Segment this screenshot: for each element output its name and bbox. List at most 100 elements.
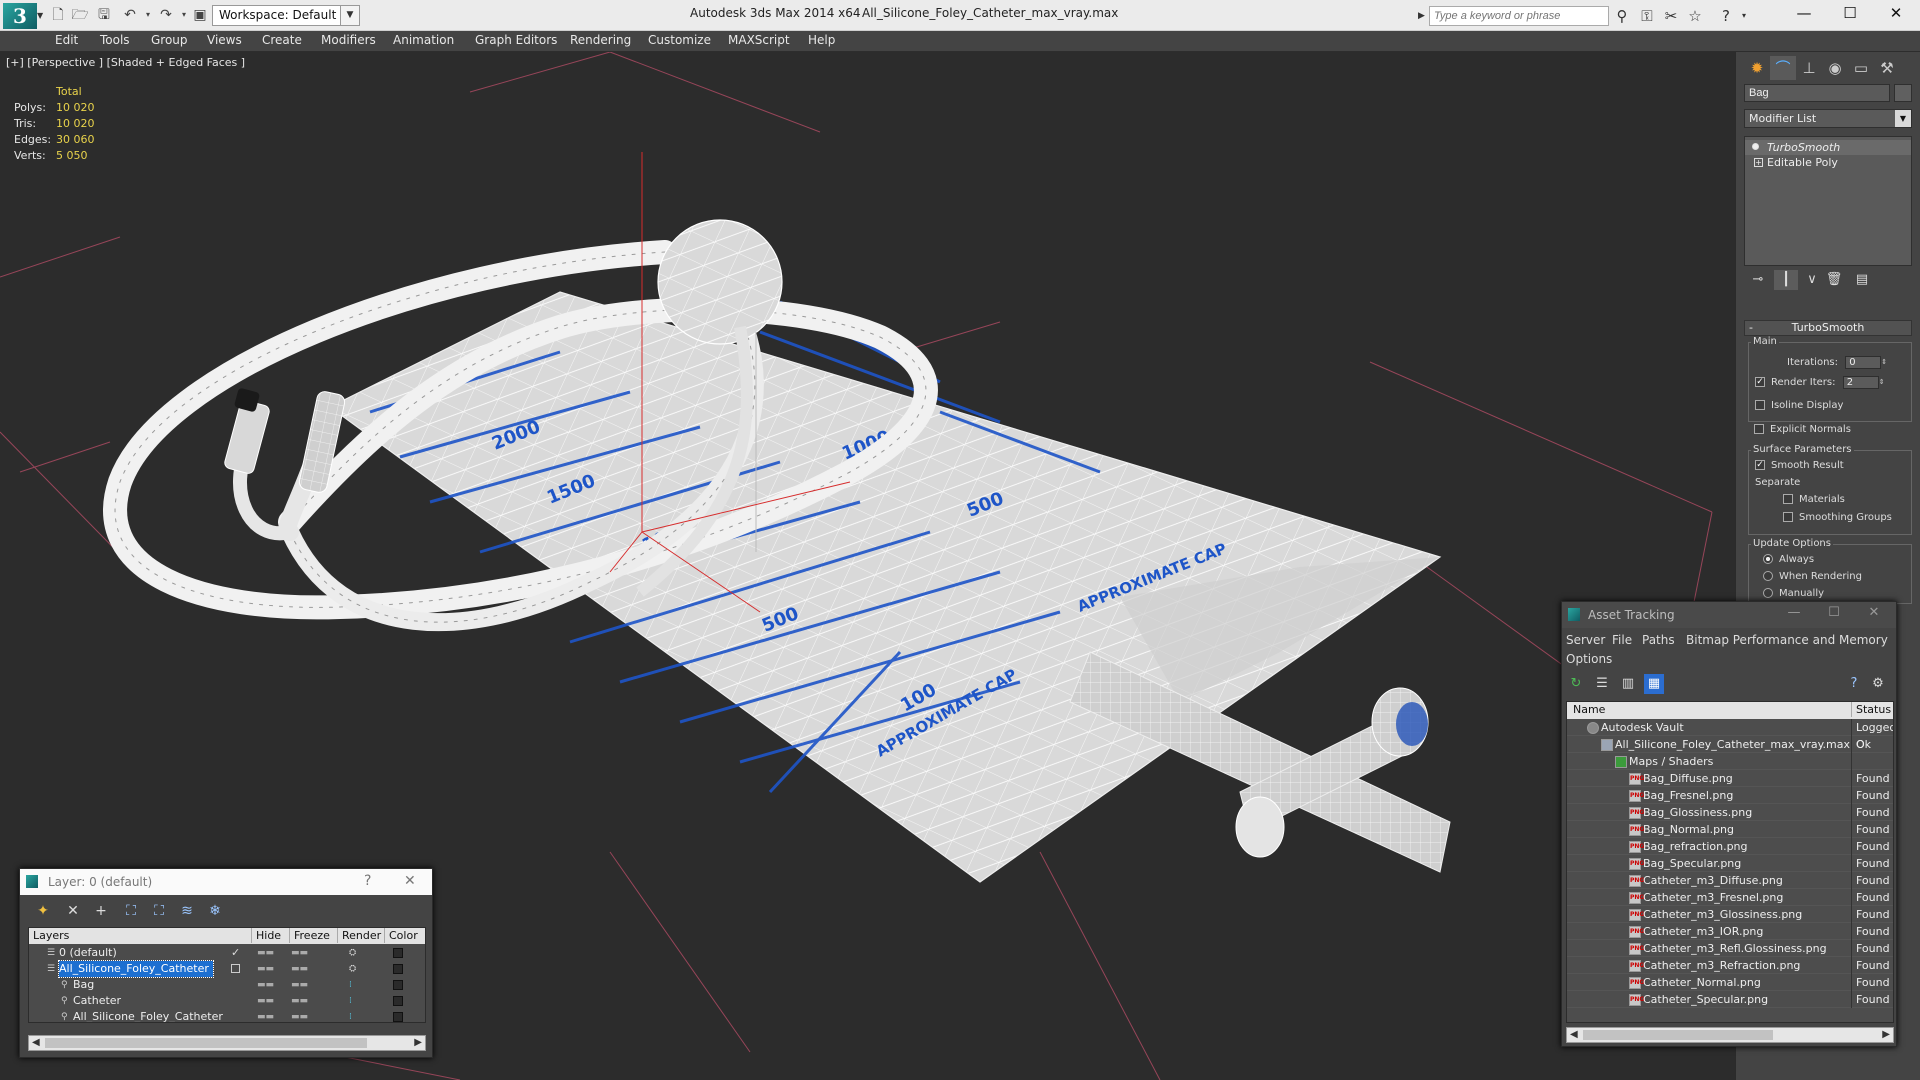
freeze-toggle-icon[interactable]: ▬▬ [291,961,308,977]
display-tab-icon[interactable]: ▭ [1848,56,1874,80]
list-view-icon[interactable]: ☰ [1592,674,1612,694]
asset-menu-file[interactable]: File [1612,633,1632,647]
spinner-arrows-icon[interactable]: ⇕ [1881,355,1889,369]
refresh-icon[interactable]: ↻ [1566,674,1586,694]
motion-tab-icon[interactable]: ◉ [1822,56,1848,80]
asset-row[interactable]: PNGCatheter_m3_Refl.Glossiness.png Found [1567,940,1893,957]
scroll-left-icon[interactable]: ◀ [1570,1028,1578,1042]
hold-icon[interactable]: ▣ [190,5,210,25]
asset-row[interactable]: PNGCatheter_m3_Refraction.png Found [1567,957,1893,974]
freeze-toggle-icon[interactable]: ▬▬ [291,977,308,993]
asset-menu-options[interactable]: Options [1566,652,1612,666]
hierarchy-tab-icon[interactable]: ⊥ [1796,56,1822,80]
menu-edit[interactable]: Edit [55,33,78,47]
column-hide[interactable]: Hide [251,928,281,943]
asset-row[interactable]: PNGCatheter_Specular.png Found [1567,991,1893,1008]
asset-menu-paths[interactable]: Paths [1642,633,1675,647]
horizontal-scrollbar[interactable]: ◀ ▶ [28,1035,426,1051]
subscription-icon[interactable]: ⚿ [1637,6,1657,26]
layer-color-swatch[interactable] [393,948,403,958]
asset-tracking-titlebar[interactable]: Asset Tracking — ☐ ✕ [1562,602,1896,628]
asset-row[interactable]: All_Silicone_Foley_Catheter_max_vray.max… [1567,736,1893,753]
render-toggle-icon[interactable]: ⛭ [349,945,356,961]
utilities-tab-wrench-icon[interactable]: ⚒ [1874,56,1900,80]
close-icon[interactable]: ✕ [404,873,416,889]
hide-toggle-icon[interactable]: ▬▬ [257,945,274,961]
help-dropdown-icon[interactable]: ▾ [1734,6,1754,26]
render-iters-checkbox[interactable]: ✓ [1755,377,1765,387]
help-icon[interactable]: ? [364,873,371,889]
favorites-star-icon[interactable]: ☆ [1685,6,1705,26]
asset-row[interactable]: PNGCatheter_m3_Diffuse.png Found [1567,872,1893,889]
delete-layer-icon[interactable]: ✕ [62,901,84,921]
when-rendering-radio[interactable] [1763,571,1773,581]
iterations-spinner[interactable]: 0 [1845,355,1882,369]
communication-center-icon[interactable]: ✂ [1661,6,1681,26]
render-iters-spinner[interactable]: 2 [1842,375,1879,389]
layer-color-swatch[interactable] [393,964,403,974]
pin-stack-icon[interactable]: ⊸ [1746,270,1770,290]
render-toggle-icon[interactable]: ⁞ [349,993,352,1009]
asset-row[interactable]: PNGBag_Specular.png Found [1567,855,1893,872]
asset-row[interactable]: PNGBag_Fresnel.png Found [1567,787,1893,804]
explicit-normals-checkbox[interactable] [1754,424,1764,434]
freeze-toggle-icon[interactable]: ▬▬ [291,1009,308,1022]
menu-customize[interactable]: Customize [648,33,711,47]
table-view-icon[interactable]: ▦ [1644,674,1664,694]
hide-toggle-icon[interactable]: ▬▬ [257,993,274,1009]
minimize-icon[interactable]: — [1774,605,1814,620]
freeze-toggle-icon[interactable]: ▬▬ [291,945,308,961]
menu-maxscript[interactable]: MAXScript [728,33,790,47]
modifier-list-dropdown[interactable]: Modifier List ▼ [1744,109,1912,128]
spinner-arrows-icon[interactable]: ⇕ [1879,375,1887,389]
asset-row[interactable]: PNGBag_refraction.png Found [1567,838,1893,855]
asset-row[interactable]: PNGCatheter_Normal.png Found [1567,974,1893,991]
menu-modifiers[interactable]: Modifiers [321,33,376,47]
horizontal-scrollbar[interactable]: ◀ ▶ [1566,1027,1894,1043]
make-unique-icon[interactable]: ∨ [1800,270,1824,290]
create-layer-icon[interactable]: ✦ [32,901,54,921]
lightbulb-icon[interactable] [1752,143,1759,150]
scroll-right-icon[interactable]: ▶ [1882,1028,1890,1042]
layer-color-swatch[interactable] [393,980,403,990]
menu-animation[interactable]: Animation [393,33,454,47]
render-toggle-icon[interactable]: ⛭ [349,961,356,977]
asset-row[interactable]: Autodesk Vault Logged O [1567,719,1893,751]
workspace-dropdown[interactable]: Workspace: Default ▼ [212,5,360,26]
asset-menu-bitmap-performance[interactable]: Bitmap Performance and Memory [1686,633,1888,647]
asset-row[interactable]: PNGBag_Normal.png Found [1567,821,1893,838]
column-color[interactable]: Color [384,928,418,943]
menu-views[interactable]: Views [207,33,242,47]
active-layer-check-icon[interactable]: ✓ [231,945,240,961]
hide-toggle-icon[interactable]: ▬▬ [257,977,274,993]
menu-create[interactable]: Create [262,33,302,47]
settings-icon[interactable]: ⚙ [1868,674,1888,694]
scroll-left-icon[interactable]: ◀ [32,1036,40,1050]
maximize-icon[interactable]: ☐ [1827,0,1873,28]
hide-toggle-icon[interactable]: ▬▬ [257,1009,274,1022]
new-file-icon[interactable]: 🗋 [48,5,68,25]
asset-row[interactable]: PNGCatheter_m3_Glossiness.png Found [1567,906,1893,923]
asset-row[interactable]: PNGCatheter_m3_Fresnel.png Found [1567,889,1893,906]
stack-item-turbosmooth[interactable]: TurboSmooth [1745,140,1911,155]
layer-color-swatch[interactable] [393,1012,403,1022]
save-file-icon[interactable]: 🖫 [94,5,114,25]
scroll-right-icon[interactable]: ▶ [414,1036,422,1050]
materials-checkbox[interactable] [1783,494,1793,504]
asset-row[interactable]: PNGBag_Glossiness.png Found [1567,804,1893,821]
menu-graph-editors[interactable]: Graph Editors [475,33,557,47]
menu-rendering[interactable]: Rendering [570,33,631,47]
column-status[interactable]: Status [1851,702,1891,717]
column-layers[interactable]: Layers [33,929,69,942]
close-icon[interactable]: ✕ [1854,605,1894,620]
expand-plus-icon[interactable]: + [1754,158,1763,167]
highlight-layer-icon[interactable]: ⛶ [148,901,170,921]
asset-row[interactable]: Maps / Shaders [1567,753,1893,770]
menu-help[interactable]: Help [808,33,835,47]
scrollbar-thumb[interactable] [1583,1030,1773,1040]
redo-icon[interactable]: ↷ [156,5,176,25]
viewport-label[interactable]: [+] [Perspective ] [Shaded + Edged Faces… [6,56,245,69]
select-objects-icon[interactable]: ⛶ [120,901,142,921]
smooth-result-checkbox[interactable]: ✓ [1755,460,1765,470]
tree-view-icon[interactable]: ▥ [1618,674,1638,694]
